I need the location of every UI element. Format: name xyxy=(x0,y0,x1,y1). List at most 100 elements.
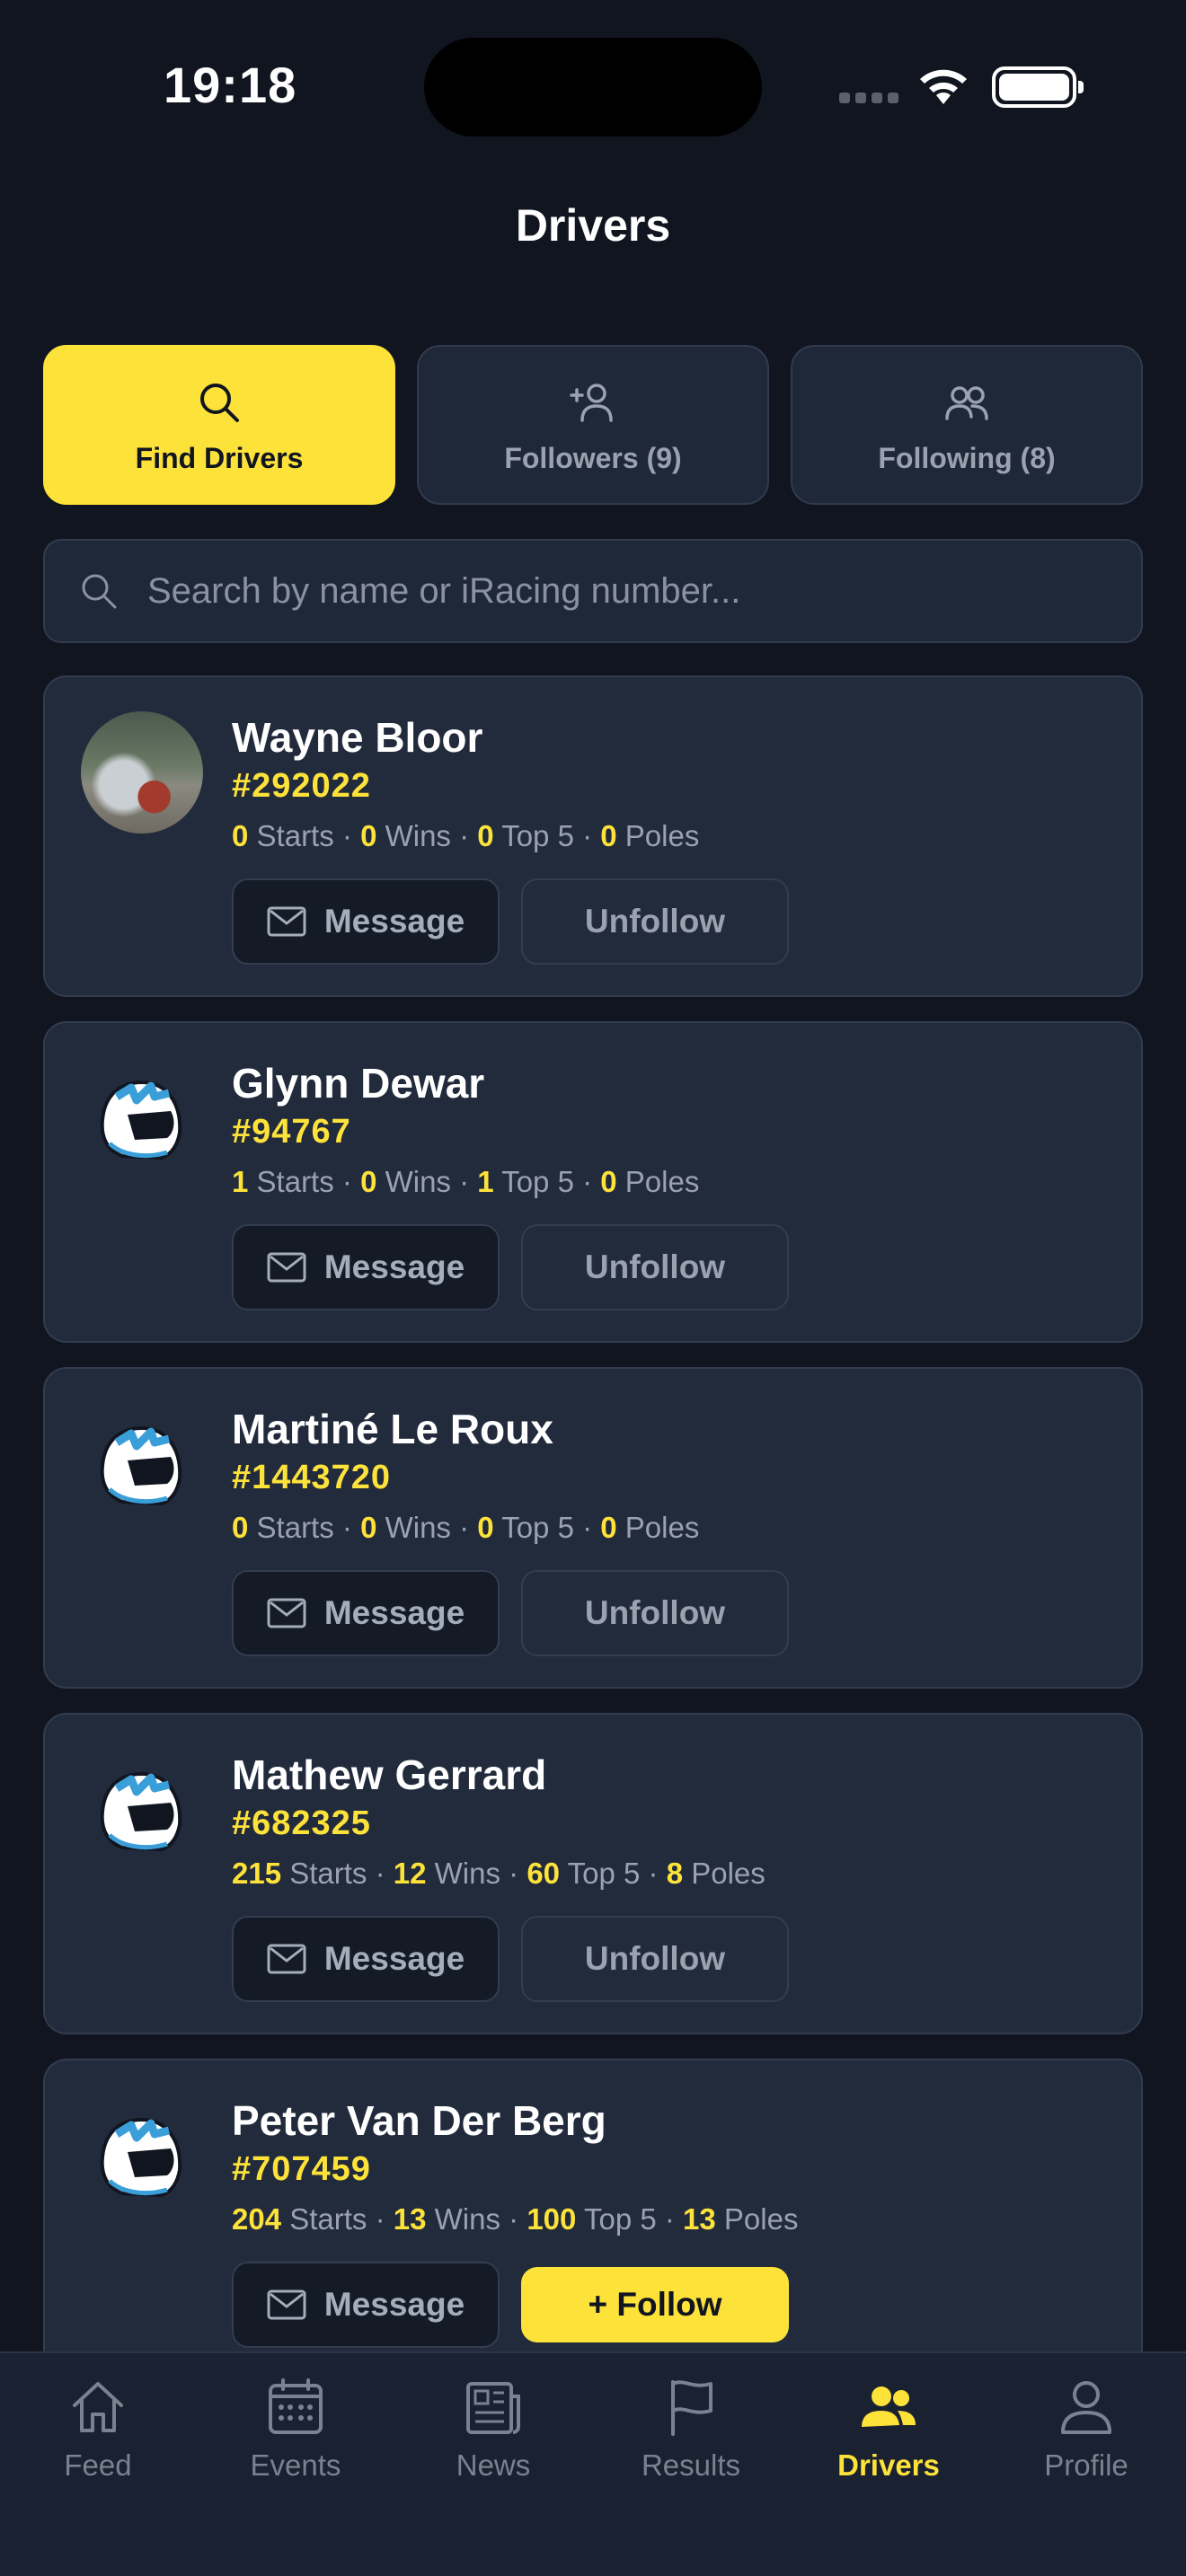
tab-find-drivers[interactable]: Find Drivers xyxy=(43,345,395,505)
stat-starts: 1 xyxy=(232,1165,249,1198)
driver-card[interactable]: Martiné Le Roux #1443720 0 Starts · 0 Wi… xyxy=(43,1367,1143,1689)
tab-followers[interactable]: Followers (9) xyxy=(417,345,769,505)
stat-poles: 13 xyxy=(683,2202,716,2236)
driver-stats: 0 Starts · 0 Wins · 0 Top 5 · 0 Poles xyxy=(232,819,700,852)
helmet-icon xyxy=(100,1425,182,1506)
tab-drivers[interactable]: Drivers xyxy=(799,2375,978,2483)
mail-icon xyxy=(267,1944,306,1974)
stat-wins-label: Wins xyxy=(385,819,451,852)
stat-starts: 215 xyxy=(232,1857,282,1890)
stat-poles-label: Poles xyxy=(723,2202,799,2236)
helmet-icon xyxy=(100,1080,182,1160)
driver-name: Martiné Le Roux xyxy=(232,1406,553,1452)
stat-starts: 204 xyxy=(232,2202,282,2236)
driver-card[interactable]: Glynn Dewar #94767 1 Starts · 0 Wins · 1… xyxy=(43,1021,1143,1343)
tab-profile[interactable]: Profile xyxy=(996,2375,1176,2483)
avatar xyxy=(81,711,203,834)
mail-icon xyxy=(267,2289,306,2320)
person-icon xyxy=(1061,2381,1111,2434)
stat-wins: 0 xyxy=(360,1165,377,1198)
unfollow-button[interactable]: Unfollow xyxy=(521,1224,789,1310)
stat-wins-label: Wins xyxy=(434,1857,500,1890)
stat-top5: 0 xyxy=(477,819,494,852)
stat-wins-label: Wins xyxy=(385,1511,451,1544)
stat-poles-label: Poles xyxy=(624,1165,700,1198)
driver-stats: 215 Starts · 12 Wins · 60 Top 5 · 8 Pole… xyxy=(232,1857,766,1890)
driver-name: Wayne Bloor xyxy=(232,714,483,761)
message-button[interactable]: Message xyxy=(232,1570,500,1656)
stat-starts-label: Starts xyxy=(256,1511,334,1544)
follow-button[interactable]: + Follow xyxy=(521,2267,789,2342)
stat-top5-label: Top 5 xyxy=(583,2202,657,2236)
users-icon xyxy=(945,385,988,420)
driver-card[interactable]: Mathew Gerrard #682325 215 Starts · 12 W… xyxy=(43,1713,1143,2034)
stat-starts-label: Starts xyxy=(256,1165,334,1198)
message-button[interactable]: Message xyxy=(232,1916,500,2002)
message-label: Message xyxy=(323,1248,465,1285)
tab-following-label: Following (8) xyxy=(878,441,1056,474)
tab-find-drivers-label: Find Drivers xyxy=(135,441,304,474)
message-button[interactable]: Message xyxy=(232,878,500,965)
message-label: Message xyxy=(323,1594,465,1631)
tab-results[interactable]: Results xyxy=(601,2375,781,2483)
status-bar: 19:18 xyxy=(0,0,1186,171)
search-icon xyxy=(200,383,239,422)
stat-top5-label: Top 5 xyxy=(501,1165,574,1198)
stat-starts-label: Starts xyxy=(256,819,334,852)
mail-icon xyxy=(267,906,306,937)
stat-poles: 0 xyxy=(600,1511,617,1544)
mail-icon xyxy=(267,1598,306,1628)
tab-news[interactable]: News xyxy=(403,2375,583,2483)
tab-results-label: Results xyxy=(641,2448,741,2482)
page-title: Drivers xyxy=(515,200,671,251)
stat-top5: 60 xyxy=(527,1857,561,1890)
message-label: Message xyxy=(323,903,465,940)
dynamic-island xyxy=(424,38,762,137)
tab-profile-label: Profile xyxy=(1044,2448,1128,2482)
driver-number: #707459 xyxy=(232,2150,371,2188)
tab-feed-label: Feed xyxy=(64,2448,132,2482)
unfollow-button[interactable]: Unfollow xyxy=(521,878,789,965)
stat-poles-label: Poles xyxy=(624,819,700,852)
message-button[interactable]: Message xyxy=(232,2262,500,2348)
stat-poles: 8 xyxy=(666,1857,684,1890)
stat-starts: 0 xyxy=(232,819,249,852)
calendar-icon xyxy=(269,2378,323,2434)
tab-news-label: News xyxy=(456,2448,531,2482)
tab-drivers-label: Drivers xyxy=(837,2448,940,2482)
driver-name: Peter Van Der Berg xyxy=(232,2097,606,2144)
flag-icon xyxy=(671,2380,712,2436)
tab-events-label: Events xyxy=(250,2448,341,2482)
stat-wins-label: Wins xyxy=(385,1165,451,1198)
status-time: 19:18 xyxy=(164,57,297,113)
search-bar[interactable] xyxy=(43,539,1143,643)
stat-top5-label: Top 5 xyxy=(567,1857,641,1890)
driver-number: #1443720 xyxy=(232,1459,392,1496)
tab-events[interactable]: Events xyxy=(206,2375,385,2483)
driver-number: #292022 xyxy=(232,767,371,805)
bottom-tab-bar: Feed Events News Results Drivers Profile xyxy=(0,2351,1186,2576)
message-button[interactable]: Message xyxy=(232,1224,500,1310)
stat-top5: 1 xyxy=(477,1165,494,1198)
home-icon xyxy=(73,2382,123,2432)
driver-card[interactable]: Wayne Bloor #292022 0 Starts · 0 Wins · … xyxy=(43,675,1143,997)
stat-wins-label: Wins xyxy=(434,2202,500,2236)
driver-stats: 204 Starts · 13 Wins · 100 Top 5 · 13 Po… xyxy=(232,2202,799,2236)
cellular-signal-icon xyxy=(839,92,904,108)
stat-top5: 100 xyxy=(527,2202,577,2236)
stat-wins: 0 xyxy=(360,1511,377,1544)
driver-card[interactable]: Peter Van Der Berg #707459 204 Starts · … xyxy=(43,2059,1143,2364)
users-icon xyxy=(862,2386,916,2427)
tab-following[interactable]: Following (8) xyxy=(791,345,1143,505)
stat-poles-label: Poles xyxy=(691,1857,766,1890)
driver-number: #94767 xyxy=(232,1113,351,1151)
add-user-icon xyxy=(570,383,613,422)
unfollow-button[interactable]: Unfollow xyxy=(521,1570,789,1656)
stat-starts: 0 xyxy=(232,1511,249,1544)
unfollow-button[interactable]: Unfollow xyxy=(521,1916,789,2002)
mail-icon xyxy=(267,1252,306,1283)
stat-poles: 0 xyxy=(600,1165,617,1198)
tab-feed[interactable]: Feed xyxy=(8,2375,188,2483)
search-input[interactable] xyxy=(147,570,1046,612)
stat-poles: 0 xyxy=(600,819,617,852)
